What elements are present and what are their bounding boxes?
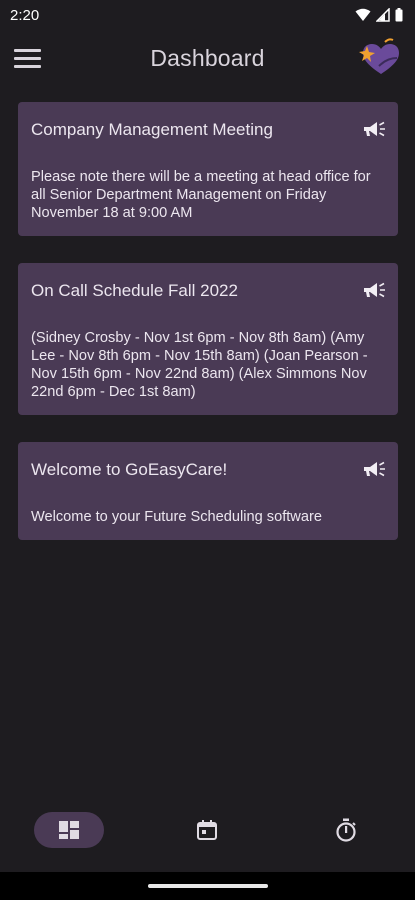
app-logo-icon[interactable] (355, 36, 403, 80)
dashboard-icon (59, 821, 80, 839)
announcement-list: Company Management Meeting Please note t… (18, 102, 398, 567)
bottom-navigation (0, 800, 415, 860)
status-time: 2:20 (10, 6, 40, 24)
page-title: Dashboard (150, 44, 265, 71)
status-icons (355, 8, 403, 22)
announcement-title: Company Management Meeting (31, 120, 273, 139)
wifi-icon (355, 8, 371, 21)
announcement-body: (Sidney Crosby - Nov 1st 6pm - Nov 8th 8… (31, 330, 368, 400)
megaphone-icon (364, 282, 385, 298)
menu-button[interactable] (14, 44, 46, 72)
nav-calendar[interactable] (172, 812, 242, 848)
battery-icon (395, 8, 403, 22)
menu-icon-line (14, 64, 41, 68)
home-gesture-handle[interactable] (147, 884, 268, 888)
nav-dashboard[interactable] (34, 812, 105, 848)
announcement-card[interactable]: Company Management Meeting Please note t… (18, 102, 398, 236)
announcement-title: On Call Schedule Fall 2022 (31, 281, 238, 300)
calendar-icon (197, 820, 218, 840)
announcement-card[interactable]: On Call Schedule Fall 2022 (Sidney Crosb… (18, 263, 398, 415)
announcement-card[interactable]: Welcome to GoEasyCare! Welcome to your F… (18, 442, 398, 540)
menu-icon-line (14, 48, 41, 52)
signal-icon (376, 8, 390, 22)
app-bar: Dashboard (0, 30, 415, 86)
menu-icon-line (14, 56, 41, 60)
status-bar: 2:20 (0, 0, 415, 30)
megaphone-icon (364, 121, 385, 137)
announcement-title: Welcome to GoEasyCare! (31, 460, 228, 479)
timer-icon (336, 818, 356, 842)
gesture-navigation-bar (0, 872, 415, 900)
megaphone-icon (364, 461, 385, 477)
nav-timer[interactable] (311, 812, 381, 848)
announcement-body: Welcome to your Future Scheduling softwa… (31, 509, 322, 525)
announcement-body: Please note there will be a meeting at h… (31, 169, 371, 221)
